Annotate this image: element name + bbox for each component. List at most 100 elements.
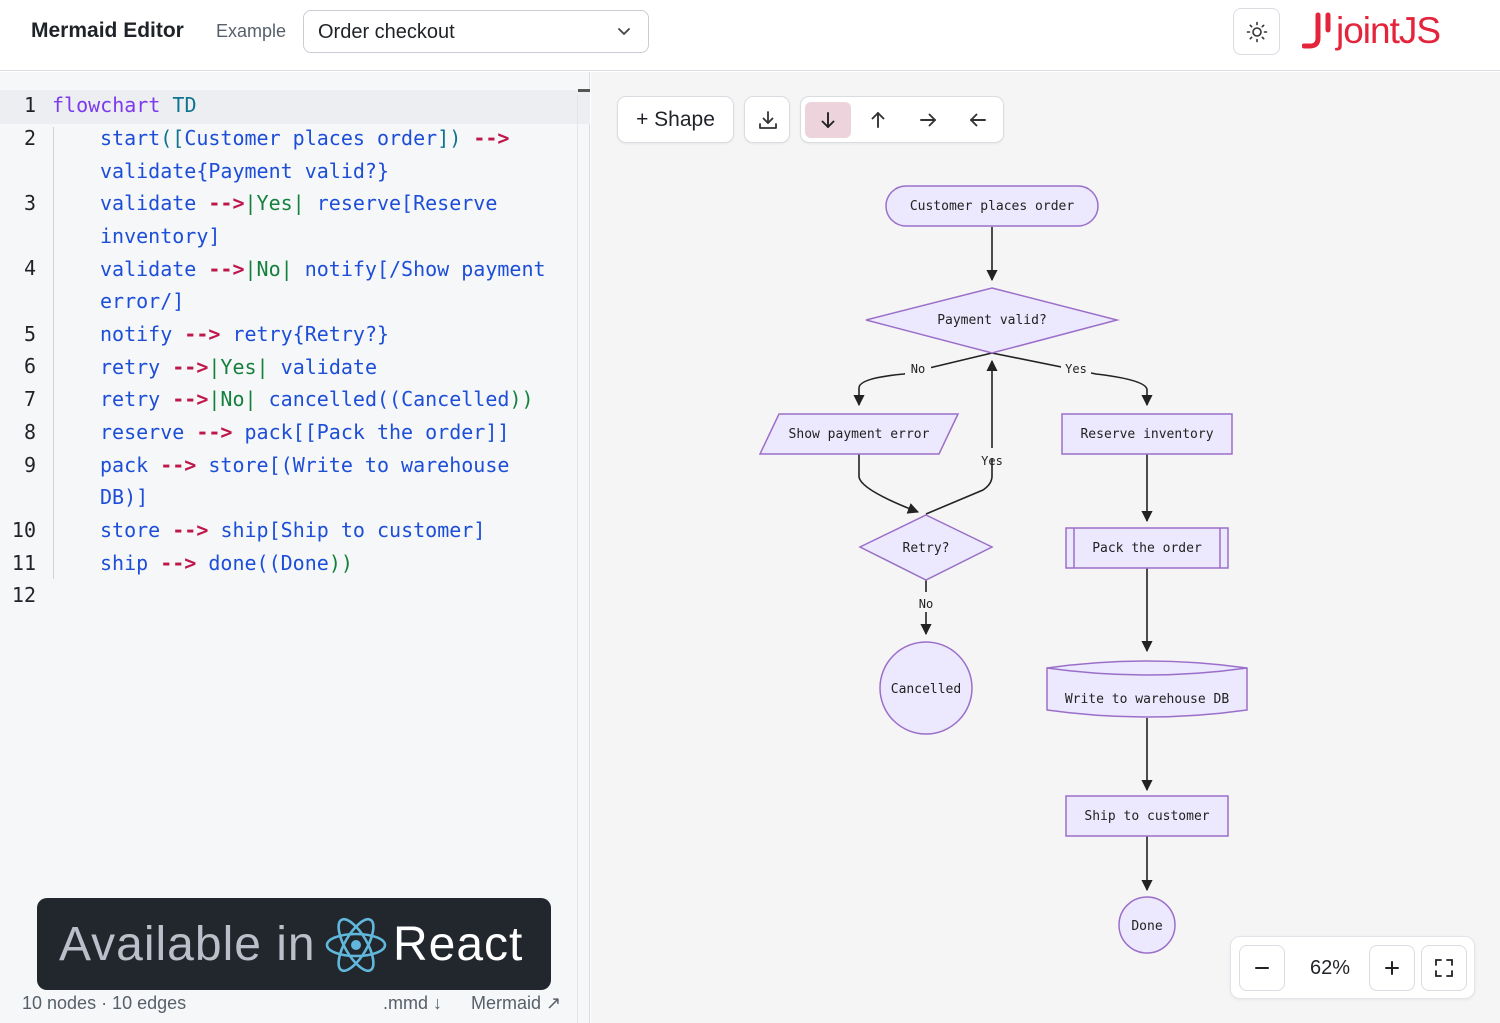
code-token: --> (160, 453, 197, 477)
indent-guide (53, 127, 54, 579)
node-start-label: Customer places order (910, 199, 1075, 214)
zoom-level: 62% (1309, 957, 1351, 979)
theme-toggle-button[interactable] (1233, 8, 1280, 55)
code-line: store --> ship[Ship to customer] (100, 514, 485, 547)
code-token: Ship to customer (280, 518, 474, 542)
code-line: retry -->|No| cancelled((Cancelled)) (100, 383, 534, 416)
code-token: validate (280, 355, 377, 379)
zoom-controls: 62% (1230, 936, 1475, 999)
jointjs-mark-icon (1302, 12, 1331, 49)
zoom-out-button[interactable] (1239, 945, 1285, 991)
code-token: --> (172, 518, 209, 542)
line-number: 9 (23, 453, 36, 477)
editor-scrollbar-thumb[interactable] (578, 89, 590, 92)
code-token: --> (196, 420, 233, 444)
line-number: 6 (23, 354, 36, 378)
code-token: store[( (208, 453, 293, 477)
code-token: )) (509, 387, 534, 411)
logo-text: jointJS (1336, 10, 1441, 51)
code-token: retry{ (232, 322, 305, 346)
code-token: pack[[ (244, 420, 317, 444)
fit-to-screen-button[interactable] (1421, 945, 1467, 991)
code-line: inventory] (100, 220, 220, 253)
diagram-canvas[interactable]: + Shape Customer places order Payment va… (591, 72, 1500, 1023)
code-line: DB)] (100, 481, 148, 514)
line-number: 12 (11, 583, 36, 607)
code-token: ?} (364, 159, 390, 183)
node-validate-label: Payment valid? (937, 313, 1047, 328)
code-token: start (100, 126, 161, 150)
example-select-value: Order checkout (318, 21, 455, 43)
node-edge-count: 10 nodes · 10 edges (22, 993, 187, 1013)
node-done-label: Done (1131, 919, 1162, 934)
code-token: ship[ (220, 518, 281, 542)
code-token: cancelled(( (268, 387, 402, 411)
node-pack-label: Pack the order (1092, 541, 1202, 556)
line-number: 10 (11, 518, 36, 542)
line-number: 7 (23, 387, 36, 411)
node-notify-label: Show payment error (789, 427, 930, 442)
code-token: Retry (304, 322, 365, 346)
code-token: reserve[ (316, 191, 414, 215)
code-line: reserve --> pack[[Pack the order]] (100, 416, 509, 449)
flowchart-diagram[interactable]: Customer places order Payment valid? Sho… (591, 72, 1500, 1023)
chevron-down-icon (618, 28, 630, 35)
export-mmd-link[interactable]: .mmd ↓ (383, 993, 442, 1014)
code-line: ship --> done((Done)) (100, 547, 353, 580)
code-token: flowchart (52, 93, 161, 117)
editor-scrollbar-track (577, 94, 578, 1023)
minus-icon (1255, 967, 1269, 969)
fullscreen-icon (1435, 959, 1453, 977)
code-token: ]) (437, 126, 462, 150)
code-token: Customer places order (184, 126, 438, 150)
code-token: --> (160, 551, 197, 575)
code-line: error/] (100, 285, 184, 318)
line-number: 2 (23, 126, 36, 150)
banner-prefix: Available in (59, 918, 316, 971)
code-token: --> (184, 322, 221, 346)
mermaid-docs-link[interactable]: Mermaid ↗ (471, 993, 561, 1014)
code-token: |No| (244, 257, 293, 281)
code-token: store (100, 518, 161, 542)
jointjs-logo[interactable]: jointJS (1302, 10, 1441, 52)
edge-label-retry-no: No (919, 597, 933, 611)
code-line: pack --> store[(Write to warehouse (100, 449, 509, 482)
code-token: ([ (160, 126, 185, 150)
code-token: )) (328, 551, 353, 575)
line-number: 3 (23, 191, 36, 215)
code-line: flowchart TD (52, 89, 197, 122)
code-token: Pack the order (316, 420, 486, 444)
code-token: --> (172, 355, 209, 379)
code-line: validate -->|Yes| reserve[Reserve (100, 187, 497, 220)
react-logo-icon (325, 917, 387, 973)
code-token: )] (124, 485, 149, 509)
code-token: reserve (100, 420, 185, 444)
code-token: --> (172, 387, 209, 411)
edge-notify-retry (858, 454, 920, 514)
code-token: validate (100, 257, 197, 281)
code-token: notify (100, 322, 173, 346)
code-token: inventory (100, 224, 209, 248)
code-token: ] (473, 518, 486, 542)
code-token: retry (100, 387, 161, 411)
edge-label-retry-yes: Yes (981, 454, 1003, 468)
code-token: validate{ (100, 159, 209, 183)
code-token: Cancelled (401, 387, 510, 411)
code-editor[interactable]: 1 2 3 4 5 6 7 8 9 10 11 12 flowchart TD … (0, 72, 590, 1023)
example-select[interactable]: Order checkout (303, 10, 649, 53)
line-number: 5 (23, 322, 36, 346)
code-token: Write to warehouse (292, 453, 510, 477)
node-store-shape[interactable] (1046, 660, 1248, 718)
line-number: 11 (11, 551, 36, 575)
code-token: |No| (208, 387, 257, 411)
code-line: retry -->|Yes| validate (100, 351, 377, 384)
available-in-react-banner[interactable]: Available in React (37, 898, 551, 990)
code-token: |Yes| (244, 191, 305, 215)
plus-icon (1385, 961, 1399, 975)
code-token: notify[/ (304, 257, 402, 281)
line-number: 1 (23, 93, 36, 117)
code-token: Show payment (401, 257, 546, 281)
code-line: start([Customer places order]) --> (100, 122, 509, 155)
zoom-in-button[interactable] (1369, 945, 1415, 991)
code-token: retry (100, 355, 161, 379)
